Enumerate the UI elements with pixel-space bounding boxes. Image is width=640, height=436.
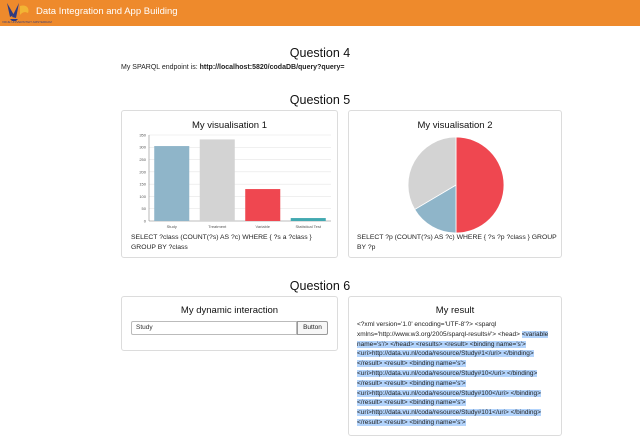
y-tick-label: 100 — [139, 194, 146, 199]
bar — [245, 189, 281, 221]
endpoint-url: http://localhost:5820/codaDB/query?query… — [199, 64, 345, 71]
bar — [154, 146, 190, 221]
pie-slice — [455, 136, 505, 234]
bar — [290, 218, 326, 221]
result-panel: My result <?xml version='1.0' encoding='… — [348, 296, 562, 436]
result-text-selected: <variable name='s'/> </head> <results> <… — [357, 330, 549, 426]
y-tick-label: 200 — [139, 169, 146, 174]
visualisation-1-query: SELECT ?class (COUNT(?s) AS ?c) WHERE { … — [131, 234, 312, 251]
result-title: My result — [435, 305, 475, 316]
y-tick-label: 300 — [139, 145, 146, 150]
y-tick-label: 250 — [139, 157, 146, 162]
question-6-heading: Question 6 — [289, 279, 351, 293]
result-text-plain: <?xml version='1.0' encoding='UTF-8'?> <… — [357, 321, 522, 338]
question-5-heading: Question 5 — [289, 93, 351, 107]
visualisation-2-panel: My visualisation 2 SELECT ?p (COUNT(?s) … — [348, 110, 562, 258]
question-4-heading: Question 4 — [289, 46, 351, 60]
x-tick-label: Variable — [256, 224, 271, 229]
endpoint-label: My SPARQL endpoint is: — [121, 64, 198, 71]
dynamic-interaction-panel: My dynamic interaction Study Button — [121, 296, 338, 351]
y-tick-label: 150 — [139, 182, 146, 187]
result-xml-text[interactable]: <?xml version='1.0' encoding='UTF-8'?> <… — [357, 320, 553, 428]
bar-chart: 0 50 100 150 200 250 300 350 Study Treatment Varia… — [139, 132, 331, 229]
visualisation-1-title: My visualisation 1 — [192, 120, 267, 131]
y-tick-label: 50 — [142, 206, 147, 211]
x-tick-label: Treatment — [208, 224, 227, 229]
pie-chart — [407, 136, 505, 234]
y-tick-label: 0 — [144, 218, 147, 223]
top-navbar: VRIJE UNIVERSITEIT AMSTERDAM Data Integr… — [0, 0, 640, 26]
logo-caption: VRIJE UNIVERSITEIT AMSTERDAM — [2, 20, 52, 24]
app-title[interactable]: Data Integration and App Building — [36, 6, 178, 17]
visualisation-2-title: My visualisation 2 — [417, 120, 493, 131]
visualisation-1-panel: My visualisation 1 0 50 100 150 200 250 300 350… — [121, 110, 338, 258]
y-tick-label: 350 — [139, 132, 146, 137]
bar — [199, 139, 235, 221]
endpoint-line: My SPARQL endpoint is: http://localhost:… — [121, 64, 345, 71]
x-tick-label: Statistical Test — [296, 224, 322, 229]
submit-button[interactable]: Button — [297, 321, 328, 335]
dynamic-interaction-title: My dynamic interaction — [180, 305, 279, 316]
x-tick-label: Study — [167, 224, 177, 229]
class-search-input[interactable]: Study — [131, 321, 297, 335]
visualisation-2-query: SELECT ?p (COUNT(?s) AS ?c) WHERE { ?s ?… — [357, 234, 557, 251]
